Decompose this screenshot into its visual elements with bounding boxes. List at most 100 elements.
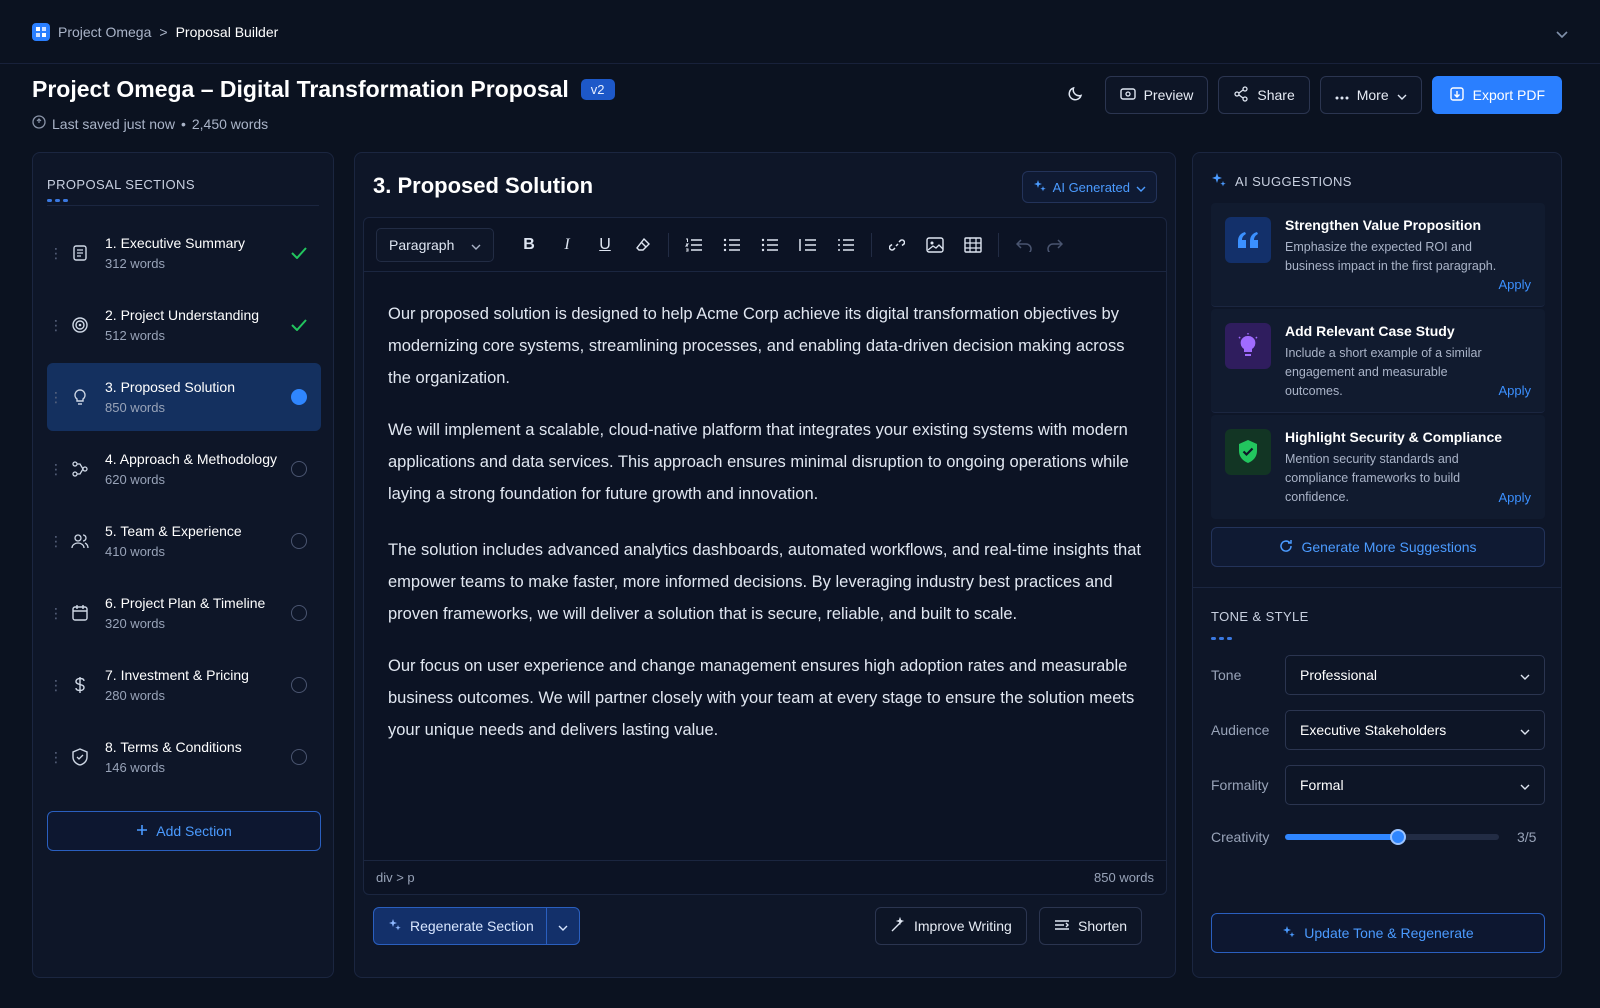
suggestion-description: Mention security standards and complianc… [1285, 452, 1461, 504]
share-button[interactable]: Share [1218, 76, 1310, 114]
image-icon[interactable] [916, 228, 954, 262]
section-word-count: 320 words [105, 616, 165, 631]
creativity-slider[interactable] [1285, 829, 1499, 845]
section-item-team-experience[interactable]: ⋮ 5. Team & Experience 410 words [47, 507, 321, 575]
table-icon[interactable] [954, 228, 992, 262]
chevron-down-icon [1397, 87, 1407, 103]
tone-row: Tone Professional [1211, 655, 1545, 695]
apply-suggestion-button[interactable]: Apply [1498, 383, 1531, 398]
creativity-value: 3/5 [1517, 829, 1537, 845]
redo-icon[interactable] [1043, 228, 1067, 262]
regenerate-options-dropdown[interactable] [547, 918, 579, 934]
section-item-proposed-solution[interactable]: ⋮ 3. Proposed Solution 850 words [47, 363, 321, 431]
editor-toolbar: Paragraph B I U [364, 218, 1166, 272]
section-item-investment-pricing[interactable]: ⋮ 7. Investment & Pricing 280 words [47, 651, 321, 719]
apply-suggestion-button[interactable]: Apply [1498, 490, 1531, 505]
pending-status-indicator [287, 677, 311, 693]
last-saved-text: Last saved just now [52, 115, 175, 132]
drag-handle-icon[interactable]: ⋮ [49, 317, 63, 334]
generate-more-suggestions-button[interactable]: Generate More Suggestions [1211, 527, 1545, 567]
preview-button[interactable]: Preview [1104, 76, 1209, 114]
chevron-down-icon [471, 237, 481, 253]
checklist-icon[interactable] [827, 228, 865, 262]
audience-row: Audience Executive Stakeholders [1211, 710, 1545, 750]
drag-handle-icon[interactable]: ⋮ [49, 605, 63, 622]
section-item-project-plan[interactable]: ⋮ 6. Project Plan & Timeline 320 words [47, 579, 321, 647]
formality-row: Formality Formal [1211, 765, 1545, 805]
paragraph[interactable]: The solution includes advanced analytics… [388, 534, 1142, 630]
moon-icon [1067, 84, 1085, 107]
update-tone-label: Update Tone & Regenerate [1304, 925, 1474, 941]
regenerate-label: Regenerate Section [410, 918, 534, 934]
document-icon [69, 244, 91, 262]
section-item-terms-conditions[interactable]: ⋮ 8. Terms & Conditions 146 words [47, 723, 321, 791]
page-title: Project Omega – Digital Transformation P… [32, 76, 569, 102]
sparkle-icon [388, 918, 402, 935]
suggestion-title: Highlight Security & Compliance [1285, 429, 1503, 445]
breadcrumb: Project Omega > Proposal Builder [32, 22, 278, 41]
format-select[interactable]: Paragraph [376, 227, 494, 262]
users-icon [69, 532, 91, 550]
creativity-label: Creativity [1211, 829, 1270, 845]
breadcrumb-project[interactable]: Project Omega [58, 24, 151, 40]
active-status-indicator [287, 389, 311, 405]
plus-icon [136, 823, 148, 839]
creativity-slider-fill [1285, 834, 1399, 840]
editor-content[interactable]: Our proposed solution is designed to hel… [364, 272, 1166, 792]
improve-writing-label: Improve Writing [914, 918, 1012, 934]
more-button[interactable]: More [1319, 76, 1422, 114]
underline-icon[interactable]: U [586, 228, 624, 262]
indent-icon[interactable] [751, 228, 789, 262]
breadcrumb-separator: > [159, 23, 168, 40]
section-item-project-understanding[interactable]: ⋮ 2. Project Understanding 512 words [47, 291, 321, 359]
apply-suggestion-button[interactable]: Apply [1498, 277, 1531, 292]
sparkle-icon [1282, 925, 1296, 942]
regenerate-section-button[interactable]: Regenerate Section [374, 908, 547, 944]
paragraph[interactable]: Our focus on user experience and change … [388, 650, 1142, 746]
italic-icon[interactable]: I [548, 228, 586, 262]
tone-select-value: Professional [1300, 667, 1378, 683]
header-actions: Preview Share More Export PDF [1057, 76, 1562, 114]
ordered-list-icon[interactable] [675, 228, 713, 262]
chevron-down-icon [1520, 667, 1530, 683]
chevron-down-icon[interactable] [1556, 26, 1568, 44]
link-icon[interactable] [878, 228, 916, 262]
more-label: More [1356, 87, 1389, 103]
tone-select[interactable]: Professional [1285, 655, 1545, 695]
paragraph[interactable]: We will implement a scalable, cloud-nati… [388, 414, 1142, 510]
formality-select[interactable]: Formal [1285, 765, 1545, 805]
pending-status-indicator [287, 749, 311, 765]
title-underline [1211, 637, 1232, 640]
saved-check-icon [32, 115, 46, 132]
dark-mode-toggle[interactable] [1057, 76, 1095, 114]
drag-handle-icon[interactable]: ⋮ [49, 245, 63, 262]
export-pdf-button[interactable]: Export PDF [1431, 76, 1562, 114]
bullet-list-icon[interactable] [713, 228, 751, 262]
ai-generated-dropdown[interactable]: AI Generated [1021, 171, 1157, 203]
chevron-down-icon [1520, 722, 1530, 738]
drag-handle-icon[interactable]: ⋮ [49, 389, 63, 406]
creativity-slider-handle[interactable] [1390, 829, 1407, 845]
sections-title: PROPOSAL SECTIONS [47, 177, 195, 192]
bold-icon[interactable]: B [510, 228, 548, 262]
tone-label: Tone [1211, 667, 1242, 683]
section-item-approach-methodology[interactable]: ⋮ 4. Approach & Methodology 620 words [47, 435, 321, 503]
save-status: Last saved just now • 2,450 words [32, 115, 615, 132]
section-item-executive-summary[interactable]: ⋮ 1. Executive Summary 312 words [47, 219, 321, 287]
drag-handle-icon[interactable]: ⋮ [49, 461, 63, 478]
eraser-icon[interactable] [624, 228, 662, 262]
drag-handle-icon[interactable]: ⋮ [49, 749, 63, 766]
update-tone-regenerate-button[interactable]: Update Tone & Regenerate [1211, 913, 1545, 953]
drag-handle-icon[interactable]: ⋮ [49, 677, 63, 694]
shorten-icon [1054, 918, 1070, 935]
drag-handle-icon[interactable]: ⋮ [49, 533, 63, 550]
undo-icon[interactable] [1005, 228, 1043, 262]
improve-writing-button[interactable]: Improve Writing [875, 907, 1027, 945]
add-section-button[interactable]: Add Section [47, 811, 321, 851]
rich-text-editor[interactable]: Paragraph B I U Our proposed solution is… [363, 217, 1167, 895]
shorten-button[interactable]: Shorten [1039, 907, 1143, 945]
audience-select[interactable]: Executive Stakeholders [1285, 710, 1545, 750]
outdent-icon[interactable] [789, 228, 827, 262]
total-word-count: 2,450 words [191, 115, 269, 132]
paragraph[interactable]: Our proposed solution is designed to hel… [388, 298, 1142, 394]
